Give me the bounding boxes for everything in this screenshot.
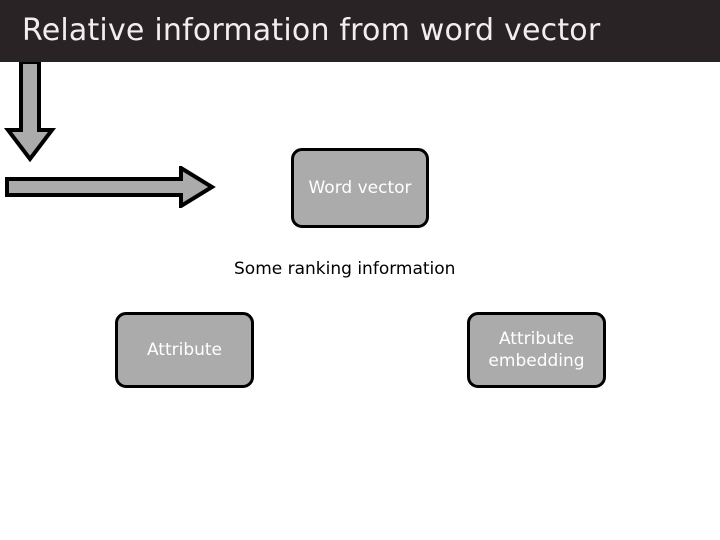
arrow-right-icon (5, 166, 216, 208)
slide-header-bar: Relative information from word vector (0, 0, 720, 62)
page-title: Relative information from word vector (22, 13, 601, 48)
ranking-information-caption: Some ranking information (234, 259, 456, 279)
arrow-right-connector (0, 166, 218, 208)
node-attribute[interactable]: Attribute (115, 312, 254, 388)
arrow-down-icon (3, 62, 57, 163)
node-word-vector[interactable]: Word vector (291, 148, 429, 228)
arrow-down-connector (0, 62, 60, 166)
node-attribute-embedding-label: Attribute embedding (488, 329, 585, 371)
node-attribute-embedding[interactable]: Attribute embedding (467, 312, 606, 388)
node-attribute-label: Attribute (146, 340, 223, 360)
slide-canvas: Word vector Some ranking information Att… (0, 62, 720, 540)
node-word-vector-label: Word vector (308, 178, 412, 198)
